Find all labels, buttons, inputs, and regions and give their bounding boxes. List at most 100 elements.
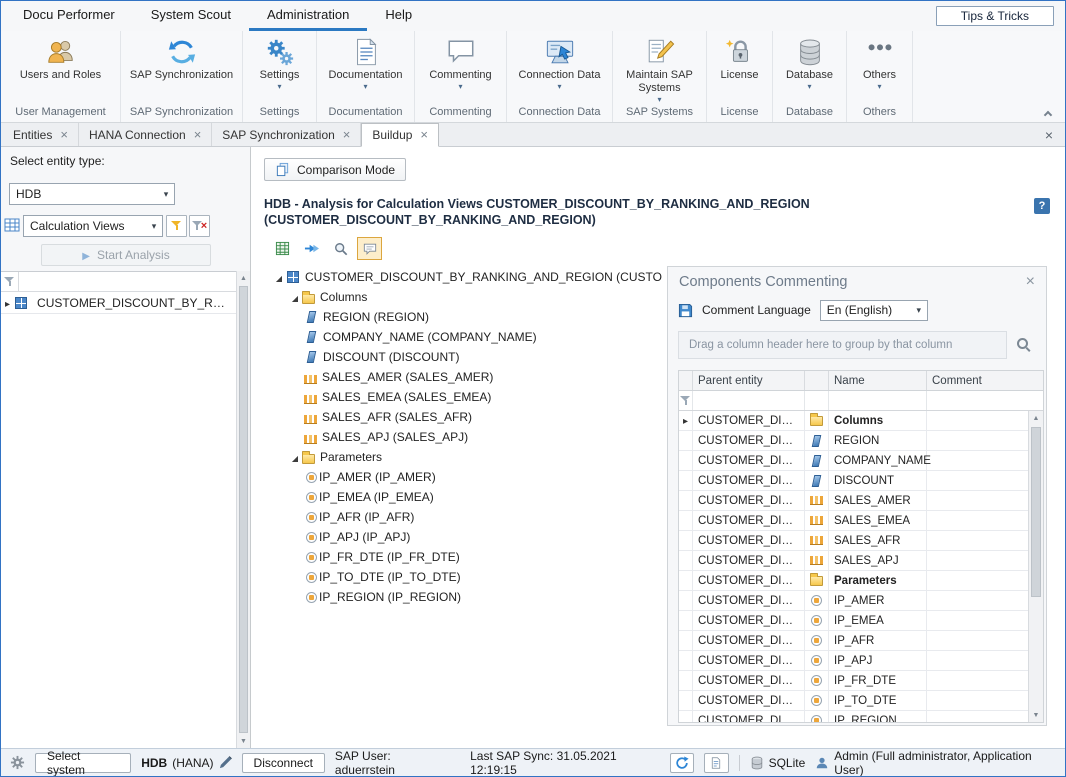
scroll-up-icon[interactable] (237, 271, 250, 285)
entity-row[interactable]: CUSTOMER_DISCOUNT_BY_RANKING_AND_REGION (1, 292, 236, 314)
comment-cell[interactable] (927, 491, 1028, 510)
icon-column-header[interactable] (805, 371, 829, 390)
scroll-down-icon[interactable] (237, 734, 250, 748)
save-icon[interactable] (678, 303, 693, 318)
comment-cell[interactable] (927, 611, 1028, 630)
scrollbar-thumb[interactable] (239, 286, 248, 733)
table-row[interactable]: CUSTOMER_DISCOUNT_BY_RANKING_AND_REGION … (679, 671, 1028, 691)
tab-close-icon[interactable] (343, 128, 351, 142)
clear-filter-button[interactable]: × (189, 215, 210, 237)
table-row[interactable]: CUSTOMER_DISCOUNT_BY_RANKING_AND_REGION … (679, 511, 1028, 531)
table-row[interactable]: CUSTOMER_DISCOUNT_BY_RANKING_AND_REGION … (679, 551, 1028, 571)
table-row[interactable]: CUSTOMER_DISCOUNT_BY_RANKING_AND_REGION … (679, 571, 1028, 591)
tree-node[interactable]: COMPANY_NAME (COMPANY_NAME) (270, 327, 662, 347)
comment-cell[interactable] (927, 451, 1028, 470)
tree-node[interactable]: Columns (270, 287, 662, 307)
table-scrollbar[interactable] (1028, 411, 1043, 722)
comment-cell[interactable] (927, 571, 1028, 590)
system-select[interactable]: HDB (9, 183, 175, 205)
comment-cell[interactable] (927, 531, 1028, 550)
settings-button[interactable]: Settings (243, 31, 316, 104)
tab-close-icon[interactable] (194, 128, 202, 142)
tab-close-icon[interactable] (60, 128, 68, 142)
tree-node[interactable]: IP_FR_DTE (IP_FR_DTE) (270, 547, 662, 567)
table-row[interactable]: CUSTOMER_DISCOUNT_BY_RANKING_AND_REGION … (679, 651, 1028, 671)
tree-node[interactable]: SALES_AFR (SALES_AFR) (270, 407, 662, 427)
sidebar-scrollbar[interactable] (236, 271, 250, 748)
comment-cell[interactable] (927, 431, 1028, 450)
gear-icon[interactable] (10, 755, 25, 770)
tab[interactable]: HANA Connection (79, 123, 212, 146)
comment-cell[interactable] (927, 651, 1028, 670)
comment-cell[interactable] (927, 691, 1028, 710)
disconnect-button[interactable]: Disconnect (242, 753, 325, 773)
name-filter-cell[interactable] (829, 391, 927, 410)
tree-node[interactable]: SALES_AMER (SALES_AMER) (270, 367, 662, 387)
tree-node[interactable]: CUSTOMER_DISCOUNT_BY_RANKING_AND_REGION … (270, 267, 662, 287)
tree-node[interactable]: IP_AMER (IP_AMER) (270, 467, 662, 487)
export-excel-button[interactable] (270, 237, 295, 260)
license-button[interactable]: License (707, 31, 772, 104)
comment-cell[interactable] (927, 551, 1028, 570)
comparison-mode-button[interactable]: Comparison Mode (264, 158, 406, 181)
start-analysis-button[interactable]: Start Analysis (41, 244, 211, 266)
refresh-button[interactable] (670, 753, 694, 773)
table-row[interactable]: CUSTOMER_DISCOUNT_BY_RANKING_AND_REGION … (679, 711, 1028, 722)
table-row[interactable]: CUSTOMER_DISCOUNT_BY_RANKING_AND_REGION … (679, 411, 1028, 431)
tab[interactable]: Buildup (361, 123, 439, 147)
tree-node[interactable]: REGION (REGION) (270, 307, 662, 327)
table-row[interactable]: CUSTOMER_DISCOUNT_BY_RANKING_AND_REGION … (679, 691, 1028, 711)
tree-node[interactable]: IP_EMEA (IP_EMEA) (270, 487, 662, 507)
comment-cell[interactable] (927, 711, 1028, 722)
tree-node[interactable]: IP_APJ (IP_APJ) (270, 527, 662, 547)
tab[interactable]: Entities (3, 123, 79, 146)
close-tab-icon[interactable] (1045, 123, 1053, 147)
menu-help[interactable]: Help (367, 1, 430, 31)
tree-node[interactable]: Parameters (270, 447, 662, 467)
maintain-sap-systems-button[interactable]: Maintain SAP Systems (613, 31, 706, 104)
scrollbar-thumb[interactable] (1031, 427, 1041, 597)
tree-node[interactable]: DISCOUNT (DISCOUNT) (270, 347, 662, 367)
table-row[interactable]: CUSTOMER_DISCOUNT_BY_RANKING_AND_REGION … (679, 531, 1028, 551)
commenting-button[interactable]: Commenting (415, 31, 506, 104)
expander-icon[interactable] (272, 270, 286, 284)
table-row[interactable]: CUSTOMER_DISCOUNT_BY_RANKING_AND_REGION … (679, 591, 1028, 611)
ribbon-collapse-button[interactable] (1041, 107, 1055, 119)
table-row[interactable]: CUSTOMER_DISCOUNT_BY_RANKING_AND_REGION … (679, 491, 1028, 511)
comment-filter-cell[interactable] (927, 391, 1043, 410)
menu-administration[interactable]: Administration (249, 1, 367, 31)
tree-node[interactable]: IP_AFR (IP_AFR) (270, 507, 662, 527)
entity-kind-select[interactable]: Calculation Views (23, 215, 163, 237)
sap-synchronization-button[interactable]: SAP Synchronization (121, 31, 242, 104)
panel-close-icon[interactable] (1026, 274, 1035, 290)
connection-data-button[interactable]: Connection Data (507, 31, 612, 104)
tab[interactable]: SAP Synchronization (212, 123, 361, 146)
database-button[interactable]: Database (773, 31, 846, 104)
tree-node[interactable]: IP_TO_DTE (IP_TO_DTE) (270, 567, 662, 587)
scroll-up-icon[interactable] (1029, 411, 1043, 425)
comment-language-select[interactable]: En (English) (820, 300, 928, 321)
documentation-button[interactable]: Documentation (317, 31, 414, 104)
expander-icon[interactable] (288, 450, 302, 464)
table-filter-row[interactable] (679, 391, 1043, 411)
users-and-roles-button[interactable]: Users and Roles (1, 31, 120, 104)
search-button[interactable] (1012, 333, 1036, 357)
comment-cell[interactable] (927, 591, 1028, 610)
entity-grid-filter-row[interactable] (1, 272, 236, 292)
comment-cell[interactable] (927, 511, 1028, 530)
expander-icon[interactable] (288, 290, 302, 304)
tree-node[interactable]: SALES_APJ (SALES_APJ) (270, 427, 662, 447)
table-row[interactable]: CUSTOMER_DISCOUNT_BY_RANKING_AND_REGION … (679, 451, 1028, 471)
filter-button[interactable] (166, 215, 187, 237)
expand-icon[interactable] (5, 296, 10, 310)
parent-filter-cell[interactable] (693, 391, 805, 410)
menu-system-scout[interactable]: System Scout (133, 1, 249, 31)
name-column-header[interactable]: Name (829, 371, 927, 390)
comment-cell[interactable] (927, 671, 1028, 690)
table-row[interactable]: CUSTOMER_DISCOUNT_BY_RANKING_AND_REGION … (679, 431, 1028, 451)
select-system-button[interactable]: Select system (35, 753, 131, 773)
toggle-commenting-button[interactable] (357, 237, 382, 260)
table-row[interactable]: CUSTOMER_DISCOUNT_BY_RANKING_AND_REGION … (679, 471, 1028, 491)
tab-close-icon[interactable] (420, 128, 428, 142)
parent-entity-column-header[interactable]: Parent entity (693, 371, 805, 390)
